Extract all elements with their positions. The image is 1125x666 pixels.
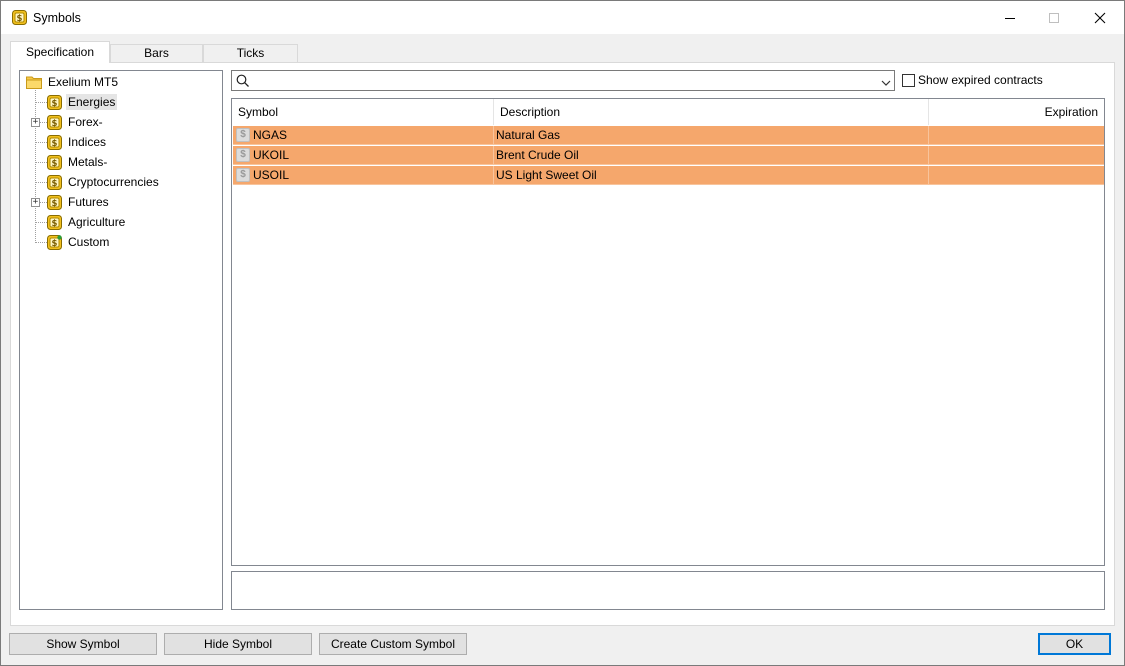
tree-root-label: Exelium MT5 [48, 75, 119, 89]
show-expired-label: Show expired contracts [918, 73, 1043, 87]
show-symbol-button[interactable]: Show Symbol [9, 633, 157, 655]
cell-description: Natural Gas [496, 128, 561, 142]
close-icon [1094, 12, 1106, 23]
table-row[interactable]: $ UKOIL Brent Crude Oil [233, 146, 1104, 165]
tree-item-custom[interactable]: $ Custom [47, 233, 111, 251]
tree-guide-line [35, 90, 36, 243]
svg-text:$: $ [17, 14, 23, 24]
symbol-dollar-icon: $ [236, 148, 250, 162]
custom-symbol-group-icon: $ [47, 234, 62, 250]
tree-item-agriculture[interactable]: $ Agriculture [47, 213, 127, 231]
symbol-group-icon: $ [47, 214, 62, 230]
tree-item-cryptocurrencies[interactable]: $ Cryptocurrencies [47, 173, 161, 191]
tree-guide-line [35, 182, 47, 183]
tree-item-label: Futures [68, 195, 109, 209]
tab-ticks[interactable]: Ticks [203, 44, 298, 63]
column-header-label: Description [500, 105, 561, 119]
tree-guide-line [35, 222, 47, 223]
symbol-groups-tree[interactable]: Exelium MT5 $ Energies $ Forex- $ Indices $ Met… [19, 70, 223, 610]
tree-item-metals[interactable]: $ Metals- [47, 153, 109, 171]
symbol-group-icon: $ [47, 174, 62, 190]
tree-item-forex[interactable]: $ Forex- [47, 113, 105, 131]
symbol-dollar-icon: $ [236, 128, 250, 142]
table-row[interactable]: $ USOIL US Light Sweet Oil [233, 166, 1104, 185]
svg-text:$: $ [52, 179, 58, 189]
search-icon [236, 74, 250, 91]
tree-item-energies[interactable]: $ Energies [47, 93, 118, 111]
symbol-group-icon: $ [47, 134, 62, 150]
column-header-description[interactable]: Description [494, 99, 929, 125]
tree-item-label: Custom [68, 235, 110, 249]
cell-symbol: USOIL [253, 168, 290, 182]
maximize-button[interactable] [1031, 1, 1077, 34]
symbol-group-icon: $ [47, 194, 62, 210]
maximize-icon [1049, 12, 1059, 23]
table-header: Symbol Description Expiration [232, 99, 1104, 125]
svg-text:$: $ [52, 239, 58, 249]
table-row[interactable]: $ NGAS Natural Gas [233, 126, 1104, 145]
tree-item-indices[interactable]: $ Indices [47, 133, 108, 151]
expand-icon[interactable]: + [31, 118, 40, 127]
column-divider [493, 126, 494, 145]
symbol-group-icon: $ [47, 94, 62, 110]
symbol-group-icon: $ [47, 154, 62, 170]
column-header-expiration[interactable]: Expiration [929, 99, 1104, 125]
tree-root-exelium-mt5[interactable]: Exelium MT5 [26, 73, 120, 91]
symbol-search-box[interactable] [231, 70, 895, 91]
show-expired-contracts[interactable]: Show expired contracts [902, 73, 1043, 87]
cell-description: US Light Sweet Oil [496, 168, 597, 182]
hide-symbol-button[interactable]: Hide Symbol [164, 633, 312, 655]
column-divider [928, 166, 929, 185]
tree-guide-line [35, 242, 47, 243]
tree-item-label: Indices [68, 135, 107, 149]
symbol-group-icon: $ [47, 114, 62, 130]
minimize-icon [1005, 17, 1015, 19]
tab-label: Specification [25, 45, 95, 59]
column-header-symbol[interactable]: Symbol [232, 99, 494, 125]
symbol-details-area [231, 571, 1105, 610]
svg-text:$: $ [52, 159, 58, 169]
column-divider [928, 126, 929, 145]
chevron-down-icon[interactable] [881, 76, 891, 90]
svg-text:$: $ [52, 99, 58, 109]
svg-text:$: $ [52, 139, 58, 149]
svg-text:$: $ [52, 199, 58, 209]
search-input[interactable] [254, 73, 864, 88]
ok-button[interactable]: OK [1038, 633, 1111, 655]
tree-item-label: Energies [66, 94, 118, 110]
column-header-label: Symbol [238, 105, 279, 119]
tree-guide-line [35, 162, 47, 163]
svg-text:$: $ [52, 119, 58, 129]
cell-description: Brent Crude Oil [496, 148, 579, 162]
tree-item-label: Cryptocurrencies [68, 175, 159, 189]
expand-icon[interactable]: + [31, 198, 40, 207]
cell-symbol: NGAS [253, 128, 288, 142]
tab-label: Ticks [236, 46, 265, 60]
column-header-label: Expiration [1044, 105, 1098, 119]
tab-label: Bars [144, 46, 169, 60]
create-custom-symbol-button[interactable]: Create Custom Symbol [319, 633, 467, 655]
column-divider [928, 146, 929, 165]
minimize-button[interactable] [987, 1, 1033, 34]
cell-symbol: UKOIL [253, 148, 290, 162]
tree-guide-line [35, 142, 47, 143]
window-title: Symbols [33, 11, 81, 25]
tree-item-label: Forex- [68, 115, 103, 129]
tree-item-futures[interactable]: $ Futures [47, 193, 111, 211]
folder-icon [26, 76, 42, 89]
tab-specification[interactable]: Specification [10, 41, 110, 63]
title-bar[interactable]: $ Symbols [1, 1, 1124, 34]
symbol-dollar-icon: $ [236, 168, 250, 182]
tree-item-label: Metals- [68, 155, 108, 169]
symbols-table[interactable]: Symbol Description Expiration $ NGAS Natur… [231, 98, 1105, 566]
show-expired-checkbox[interactable] [902, 73, 915, 87]
column-divider [493, 146, 494, 165]
tree-guide-line [35, 102, 47, 103]
column-divider [493, 166, 494, 185]
symbols-app-icon: $ [12, 10, 27, 28]
tab-bars[interactable]: Bars [110, 44, 203, 63]
close-button[interactable] [1077, 1, 1123, 34]
svg-text:$: $ [52, 219, 58, 229]
tree-item-label: Agriculture [68, 215, 126, 229]
